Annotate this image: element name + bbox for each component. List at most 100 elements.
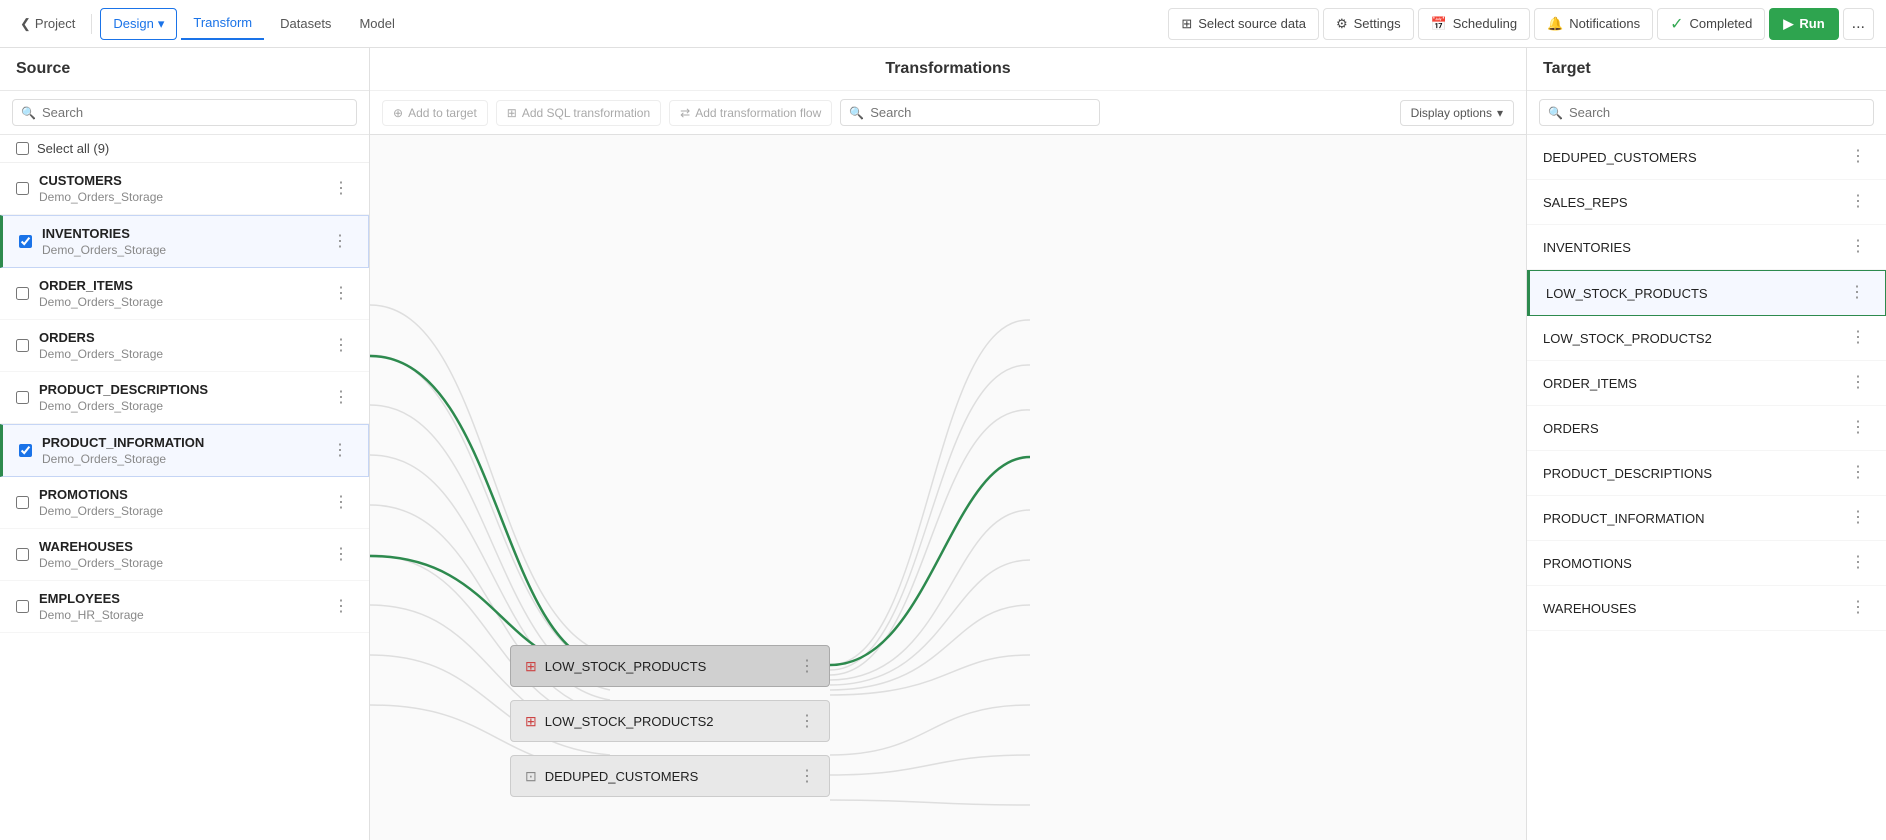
source-item-text-4: PRODUCT_DESCRIPTIONS Demo_Orders_Storage (39, 382, 319, 413)
source-search-input[interactable] (42, 105, 348, 120)
target-item-menu-6[interactable]: ⋮ (1846, 418, 1870, 438)
target-item-inventories[interactable]: INVENTORIES ⋮ (1527, 225, 1886, 270)
target-item-product_descriptions[interactable]: PRODUCT_DESCRIPTIONS ⋮ (1527, 451, 1886, 496)
source-item-menu-6[interactable]: ⋮ (329, 493, 353, 513)
target-item-menu-3[interactable]: ⋮ (1845, 283, 1869, 303)
tab-model[interactable]: Model (347, 8, 406, 40)
play-icon: ▶ (1783, 16, 1793, 32)
target-item-low_stock_products2[interactable]: LOW_STOCK_PRODUCTS2 ⋮ (1527, 316, 1886, 361)
target-item-menu-7[interactable]: ⋮ (1846, 463, 1870, 483)
add-sql-transformation-button[interactable]: ⊞ Add SQL transformation (496, 100, 661, 126)
display-options-button[interactable]: Display options ▾ (1400, 100, 1514, 126)
target-item-name-2: INVENTORIES (1543, 240, 1846, 255)
target-item-name-1: SALES_REPS (1543, 195, 1846, 210)
target-item-menu-8[interactable]: ⋮ (1846, 508, 1870, 528)
target-item-warehouses[interactable]: WAREHOUSES ⋮ (1527, 586, 1886, 631)
target-item-sales_reps[interactable]: SALES_REPS ⋮ (1527, 180, 1886, 225)
add-to-target-button[interactable]: ⊕ Add to target (382, 100, 488, 126)
source-item-orders[interactable]: ORDERS Demo_Orders_Storage ⋮ (0, 320, 369, 372)
source-item-promotions[interactable]: PROMOTIONS Demo_Orders_Storage ⋮ (0, 477, 369, 529)
source-item-warehouses[interactable]: WAREHOUSES Demo_Orders_Storage ⋮ (0, 529, 369, 581)
transform-node-low-stock-products[interactable]: ⊞ LOW_STOCK_PRODUCTS ⋮ (510, 645, 830, 687)
source-item-checkbox-3[interactable] (16, 339, 29, 352)
scheduling-button[interactable]: 📅 Scheduling (1418, 8, 1531, 40)
target-item-menu-1[interactable]: ⋮ (1846, 192, 1870, 212)
chevron-down-icon: ▾ (1497, 106, 1503, 120)
target-item-low_stock_products[interactable]: LOW_STOCK_PRODUCTS ⋮ (1527, 270, 1886, 316)
source-item-text-3: ORDERS Demo_Orders_Storage (39, 330, 319, 361)
transform-node-low-stock-products2[interactable]: ⊞ LOW_STOCK_PRODUCTS2 ⋮ (510, 700, 830, 742)
tab-transform[interactable]: Transform (181, 8, 264, 40)
sql-icon: ⊞ (507, 106, 517, 120)
settings-button[interactable]: ⚙ Settings (1323, 8, 1414, 40)
transformations-toolbar: ⊕ Add to target ⊞ Add SQL transformation… (370, 91, 1526, 134)
source-item-menu-3[interactable]: ⋮ (329, 336, 353, 356)
transformations-search-input[interactable] (870, 105, 1091, 120)
target-search-wrap: 🔍 (1539, 99, 1874, 126)
dedup-icon: ⊡ (525, 768, 537, 785)
back-to-project[interactable]: ❮ Project (12, 12, 83, 36)
transform-icon: ⊞ (525, 658, 537, 675)
notifications-button[interactable]: 🔔 Notifications (1534, 8, 1653, 40)
bell-icon: 🔔 (1547, 16, 1563, 32)
target-item-product_information[interactable]: PRODUCT_INFORMATION ⋮ (1527, 496, 1886, 541)
source-item-inventories[interactable]: INVENTORIES Demo_Orders_Storage ⋮ (0, 215, 369, 268)
tab-design[interactable]: Design ▾ (100, 8, 177, 40)
source-item-employees[interactable]: EMPLOYEES Demo_HR_Storage ⋮ (0, 581, 369, 633)
source-item-menu-1[interactable]: ⋮ (328, 232, 352, 252)
target-item-menu-0[interactable]: ⋮ (1846, 147, 1870, 167)
source-item-menu-2[interactable]: ⋮ (329, 284, 353, 304)
source-item-text-1: INVENTORIES Demo_Orders_Storage (42, 226, 318, 257)
transform-node-deduped-customers[interactable]: ⊡ DEDUPED_CUSTOMERS ⋮ (510, 755, 830, 797)
source-item-menu-5[interactable]: ⋮ (328, 441, 352, 461)
tab-datasets[interactable]: Datasets (268, 8, 343, 40)
node-menu-deduped-customers[interactable]: ⋮ (799, 766, 815, 786)
transform-icon2: ⊞ (525, 713, 537, 730)
target-item-promotions[interactable]: PROMOTIONS ⋮ (1527, 541, 1886, 586)
source-item-text-0: CUSTOMERS Demo_Orders_Storage (39, 173, 319, 204)
target-item-order_items[interactable]: ORDER_ITEMS ⋮ (1527, 361, 1886, 406)
select-all-checkbox[interactable] (16, 142, 29, 155)
top-navigation: ❮ Project Design ▾ Transform Datasets Mo… (0, 0, 1886, 48)
source-search-icon: 🔍 (21, 106, 36, 120)
source-item-menu-8[interactable]: ⋮ (329, 597, 353, 617)
transformations-search-area: 🔍 (840, 99, 1391, 126)
target-item-menu-2[interactable]: ⋮ (1846, 237, 1870, 257)
node-menu-low-stock-products2[interactable]: ⋮ (799, 711, 815, 731)
target-item-name-6: ORDERS (1543, 421, 1846, 436)
source-item-product_information[interactable]: PRODUCT_INFORMATION Demo_Orders_Storage … (0, 424, 369, 477)
target-item-orders[interactable]: ORDERS ⋮ (1527, 406, 1886, 451)
source-item-menu-0[interactable]: ⋮ (329, 179, 353, 199)
source-item-checkbox-0[interactable] (16, 182, 29, 195)
target-panel: Target 🔍 DEDUPED_CUSTOMERS ⋮ SALES_REPS … (1526, 48, 1886, 840)
run-button[interactable]: ▶ Run (1769, 8, 1838, 40)
source-item-customers[interactable]: CUSTOMERS Demo_Orders_Storage ⋮ (0, 163, 369, 215)
source-item-checkbox-8[interactable] (16, 600, 29, 613)
source-item-text-5: PRODUCT_INFORMATION Demo_Orders_Storage (42, 435, 318, 466)
source-item-order_items[interactable]: ORDER_ITEMS Demo_Orders_Storage ⋮ (0, 268, 369, 320)
flow-icon: ⇄ (680, 106, 690, 120)
source-item-checkbox-2[interactable] (16, 287, 29, 300)
select-all-row: Select all (9) (0, 135, 369, 163)
source-item-menu-4[interactable]: ⋮ (329, 388, 353, 408)
source-item-checkbox-4[interactable] (16, 391, 29, 404)
select-source-button[interactable]: ⊞ Select source data (1168, 8, 1319, 40)
add-transformation-flow-button[interactable]: ⇄ Add transformation flow (669, 100, 832, 126)
target-item-menu-9[interactable]: ⋮ (1846, 553, 1870, 573)
source-item-checkbox-5[interactable] (19, 444, 32, 457)
target-search-input[interactable] (1569, 105, 1865, 120)
source-item-checkbox-7[interactable] (16, 548, 29, 561)
more-options-button[interactable]: ... (1843, 8, 1874, 40)
target-item-menu-4[interactable]: ⋮ (1846, 328, 1870, 348)
target-item-deduped_customers[interactable]: DEDUPED_CUSTOMERS ⋮ (1527, 135, 1886, 180)
target-item-name-10: WAREHOUSES (1543, 601, 1846, 616)
source-item-menu-7[interactable]: ⋮ (329, 545, 353, 565)
source-item-product_descriptions[interactable]: PRODUCT_DESCRIPTIONS Demo_Orders_Storage… (0, 372, 369, 424)
chevron-left-icon: ❮ (20, 16, 31, 32)
source-item-checkbox-6[interactable] (16, 496, 29, 509)
target-item-menu-10[interactable]: ⋮ (1846, 598, 1870, 618)
source-item-checkbox-1[interactable] (19, 235, 32, 248)
source-panel: Source 🔍 Select all (9) CUSTOMERS Demo_O… (0, 48, 370, 840)
target-item-menu-5[interactable]: ⋮ (1846, 373, 1870, 393)
node-menu-low-stock-products[interactable]: ⋮ (799, 656, 815, 676)
